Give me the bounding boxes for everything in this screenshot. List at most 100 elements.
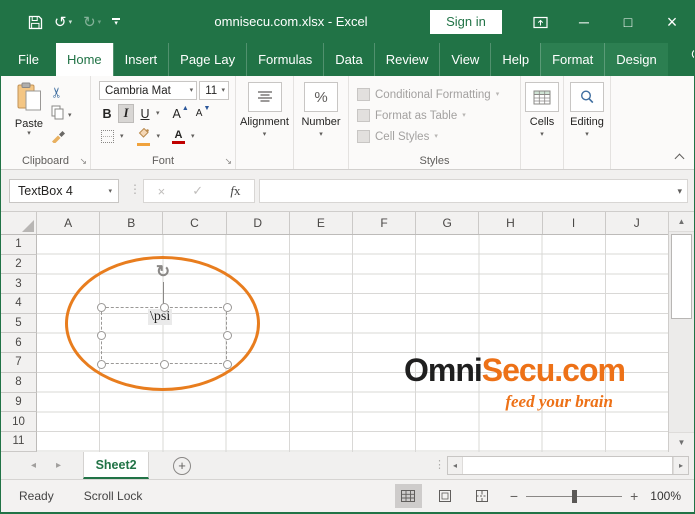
vertical-scrollbar-thumb[interactable] bbox=[671, 234, 692, 319]
textbox-text[interactable]: \psi bbox=[148, 309, 173, 325]
copy-dropdown-icon[interactable]: ▾ bbox=[68, 112, 72, 119]
tab-formulas[interactable]: Formulas bbox=[246, 43, 323, 76]
tab-help[interactable]: Help bbox=[490, 43, 540, 76]
worksheet-grid: A B C D E F G H I J 1 2 3 4 5 6 7 8 9 10… bbox=[1, 212, 694, 452]
bold-button[interactable]: B bbox=[99, 104, 115, 123]
paste-dropdown-icon[interactable]: ▾ bbox=[27, 130, 31, 137]
undo-icon[interactable]: ↺ ▾ bbox=[54, 15, 72, 30]
cut-button[interactable]: ✂ bbox=[48, 84, 72, 100]
customize-qat-icon[interactable]: ▾ bbox=[112, 18, 121, 27]
name-box[interactable]: TextBox 4 ▾ bbox=[9, 179, 119, 203]
scroll-left-icon[interactable]: ◂ bbox=[448, 457, 463, 474]
font-color-button[interactable]: A bbox=[170, 127, 187, 146]
sheet-prev-icon[interactable]: ◂ bbox=[31, 460, 36, 471]
new-sheet-icon[interactable]: + bbox=[173, 456, 192, 475]
minimize-icon[interactable]: ─ bbox=[562, 1, 606, 43]
increase-font-size-button[interactable]: A ▲ bbox=[171, 104, 191, 123]
conditional-formatting-icon bbox=[357, 88, 370, 101]
fill-color-dropdown-icon[interactable]: ▾ bbox=[157, 133, 161, 140]
tab-page-layout[interactable]: Page Lay bbox=[168, 43, 246, 76]
clipboard-dialog-launcher-icon[interactable]: ↘ bbox=[79, 157, 87, 166]
copy-icon bbox=[51, 105, 65, 125]
logo-tagline: feed your brain bbox=[505, 392, 613, 411]
tab-insert[interactable]: Insert bbox=[112, 43, 169, 76]
fill-color-button[interactable] bbox=[134, 127, 153, 146]
editing-group[interactable]: Editing ▾ bbox=[564, 76, 611, 169]
font-color-dropdown-icon[interactable]: ▾ bbox=[191, 133, 195, 140]
ribbon-display-options-icon[interactable] bbox=[518, 1, 562, 43]
handle-bottom-right[interactable] bbox=[222, 359, 232, 369]
page-layout-view-button[interactable] bbox=[432, 484, 459, 508]
sheet-next-icon[interactable]: ▸ bbox=[56, 460, 61, 471]
normal-view-button[interactable] bbox=[394, 484, 422, 508]
font-dialog-launcher-icon[interactable]: ↘ bbox=[224, 157, 232, 166]
tab-design[interactable]: Design bbox=[604, 43, 668, 76]
undo-dropdown-icon[interactable]: ▾ bbox=[69, 19, 73, 26]
formula-bar-expand-icon[interactable]: ▾ bbox=[677, 186, 682, 197]
decrease-font-size-button[interactable]: A ▼ bbox=[194, 104, 213, 123]
tab-review[interactable]: Review bbox=[373, 43, 440, 76]
number-dropdown-icon[interactable]: ▾ bbox=[319, 131, 323, 138]
editing-dropdown-icon[interactable]: ▾ bbox=[585, 131, 589, 138]
zoom-out-icon[interactable]: − bbox=[510, 488, 518, 504]
sheetbar-separator: ⋮ bbox=[434, 459, 445, 471]
handle-top-right[interactable] bbox=[222, 302, 232, 312]
borders-dropdown-icon[interactable]: ▾ bbox=[120, 133, 124, 140]
zoom-slider-thumb[interactable] bbox=[572, 489, 578, 503]
tell-me-box[interactable]: Tell me bbox=[678, 43, 694, 76]
handle-middle-right[interactable] bbox=[222, 331, 232, 340]
borders-button[interactable] bbox=[99, 127, 116, 146]
sheet-tab-bar: ◂ ▸ Sheet2 + ⋮ ◂ ▸ bbox=[1, 452, 694, 479]
sign-in-button[interactable]: Sign in bbox=[430, 10, 502, 34]
zoom-slider[interactable] bbox=[526, 489, 623, 503]
alignment-group[interactable]: Alignment ▾ bbox=[236, 76, 294, 169]
handle-top-left[interactable] bbox=[96, 302, 106, 312]
horizontal-scrollbar[interactable]: ◂ ▸ bbox=[447, 456, 689, 475]
number-group[interactable]: % Number ▾ bbox=[294, 76, 349, 169]
cells-dropdown-icon[interactable]: ▾ bbox=[540, 131, 544, 138]
format-painter-button[interactable] bbox=[51, 130, 72, 146]
sheet-tab-sheet2[interactable]: Sheet2 bbox=[83, 452, 150, 479]
horizontal-scrollbar-thumb[interactable] bbox=[463, 457, 673, 474]
quick-access-toolbar: ↺ ▾ ↻ ▾ ▾ bbox=[28, 1, 121, 43]
handle-bottom-center[interactable] bbox=[159, 359, 169, 369]
font-name-dropdown-icon[interactable]: ▾ bbox=[187, 87, 194, 94]
rotation-handle-icon[interactable]: ↻ bbox=[153, 262, 173, 282]
italic-button[interactable]: I bbox=[118, 104, 134, 123]
omnisecu-logo: OmniSecu.com bbox=[404, 352, 626, 388]
insert-function-icon[interactable]: fx bbox=[230, 183, 240, 199]
tab-data[interactable]: Data bbox=[323, 43, 373, 76]
handle-top-center[interactable] bbox=[159, 302, 169, 312]
scroll-up-icon[interactable]: ▲ bbox=[669, 212, 694, 232]
clipboard-group-label: Clipboard bbox=[21, 155, 70, 167]
tab-format[interactable]: Format bbox=[540, 43, 605, 76]
scroll-down-icon[interactable]: ▼ bbox=[669, 432, 694, 452]
underline-dropdown-icon[interactable]: ▾ bbox=[156, 110, 160, 117]
tab-file[interactable]: File bbox=[1, 43, 56, 76]
font-size-dropdown-icon[interactable]: ▾ bbox=[218, 87, 225, 94]
font-size-select[interactable]: 11 ▾ bbox=[199, 81, 229, 100]
page-break-view-button[interactable] bbox=[469, 484, 496, 508]
collapse-ribbon-icon[interactable] bbox=[676, 153, 684, 161]
zoom-level[interactable]: 100% bbox=[650, 489, 681, 503]
tab-home[interactable]: Home bbox=[55, 43, 113, 76]
cells-group[interactable]: Cells ▾ bbox=[521, 76, 564, 169]
scroll-right-icon[interactable]: ▸ bbox=[673, 457, 688, 474]
handle-middle-left[interactable] bbox=[96, 331, 106, 340]
status-right-cluster: − + 100% bbox=[394, 484, 694, 508]
paste-button[interactable]: Paste ▾ bbox=[9, 82, 49, 137]
close-icon[interactable]: × bbox=[650, 1, 694, 43]
name-box-dropdown-icon[interactable]: ▾ bbox=[108, 188, 112, 195]
copy-button[interactable]: ▾ bbox=[51, 105, 72, 125]
handle-bottom-left[interactable] bbox=[96, 359, 106, 369]
zoom-in-icon[interactable]: + bbox=[630, 488, 638, 504]
formula-input[interactable] bbox=[259, 179, 688, 203]
tab-view[interactable]: View bbox=[439, 43, 490, 76]
vertical-scrollbar[interactable]: ▲ ▼ bbox=[668, 212, 694, 452]
font-name-select[interactable]: Cambria Mat ▾ bbox=[99, 81, 198, 100]
alignment-dropdown-icon[interactable]: ▾ bbox=[263, 131, 267, 138]
maximize-icon[interactable]: □ bbox=[606, 1, 650, 43]
save-icon[interactable] bbox=[28, 15, 43, 30]
underline-button[interactable]: U bbox=[137, 104, 153, 123]
styles-group: Conditional Formatting ▾ Format as Table… bbox=[349, 76, 521, 169]
